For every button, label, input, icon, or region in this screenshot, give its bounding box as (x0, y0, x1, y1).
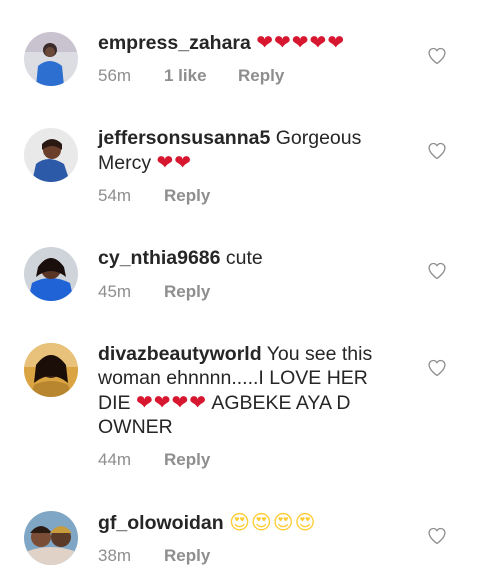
comment-time: 38m (98, 546, 132, 565)
heart-outline-icon (428, 359, 446, 377)
reply-button[interactable]: Reply (238, 66, 284, 86)
like-button[interactable] (427, 261, 447, 281)
reply-button[interactable]: Reply (164, 186, 210, 206)
avatar[interactable] (24, 247, 78, 301)
heart-outline-icon (428, 527, 446, 545)
comment-text: gf_olowoidan 😍😍😍😍 (98, 510, 398, 535)
comment-username[interactable]: jeffersonsusanna5 (98, 127, 270, 149)
like-button[interactable] (427, 358, 447, 378)
avatar[interactable] (24, 32, 78, 86)
avatar[interactable] (24, 128, 78, 182)
heart-outline-icon (428, 262, 446, 280)
comment-text: jeffersonsusanna5 Gorgeous Mercy ❤❤ (98, 126, 398, 175)
comment-time: 56m (98, 66, 132, 85)
comment-time: 45m (98, 282, 132, 301)
comment-text: empress_zahara ❤❤❤❤❤ (98, 30, 398, 55)
heart-outline-icon (428, 142, 446, 160)
comment-username[interactable]: empress_zahara (98, 32, 251, 54)
like-button[interactable] (427, 46, 447, 66)
likes-count[interactable]: 1 like (164, 66, 238, 86)
reply-button[interactable]: Reply (164, 450, 210, 470)
comment-meta: 45m Reply (98, 282, 210, 302)
heart-outline-icon (428, 47, 446, 65)
comment-meta: 54m Reply (98, 186, 210, 206)
reply-button[interactable]: Reply (164, 546, 210, 566)
heart-eyes-emoji: 😍😍😍😍 (229, 510, 317, 534)
heart-emoji: ❤❤❤❤ (135, 390, 207, 414)
reply-button[interactable]: Reply (164, 282, 210, 302)
avatar[interactable] (24, 343, 78, 397)
like-button[interactable] (427, 526, 447, 546)
comment-username[interactable]: cy_nthia9686 (98, 247, 221, 269)
comment-text: cy_nthia9686 cute (98, 246, 398, 270)
comment-time: 54m (98, 186, 132, 205)
comment-meta: 56m 1 like Reply (98, 66, 284, 86)
heart-emoji: ❤❤❤❤❤ (256, 30, 346, 54)
comments-list: empress_zahara ❤❤❤❤❤ 56m 1 like Reply jeff… (0, 0, 480, 573)
comment-text: divazbeautyworld You see this woman ehnn… (98, 342, 398, 439)
comment-body: cute (225, 247, 263, 269)
avatar[interactable] (24, 511, 78, 565)
comment-meta: 38m Reply (98, 546, 210, 566)
comment-username[interactable]: gf_olowoidan (98, 512, 224, 534)
comment-username[interactable]: divazbeautyworld (98, 343, 262, 365)
comment-time: 44m (98, 450, 132, 469)
like-button[interactable] (427, 141, 447, 161)
comment-meta: 44m Reply (98, 450, 210, 470)
heart-emoji: ❤❤ (156, 150, 193, 174)
